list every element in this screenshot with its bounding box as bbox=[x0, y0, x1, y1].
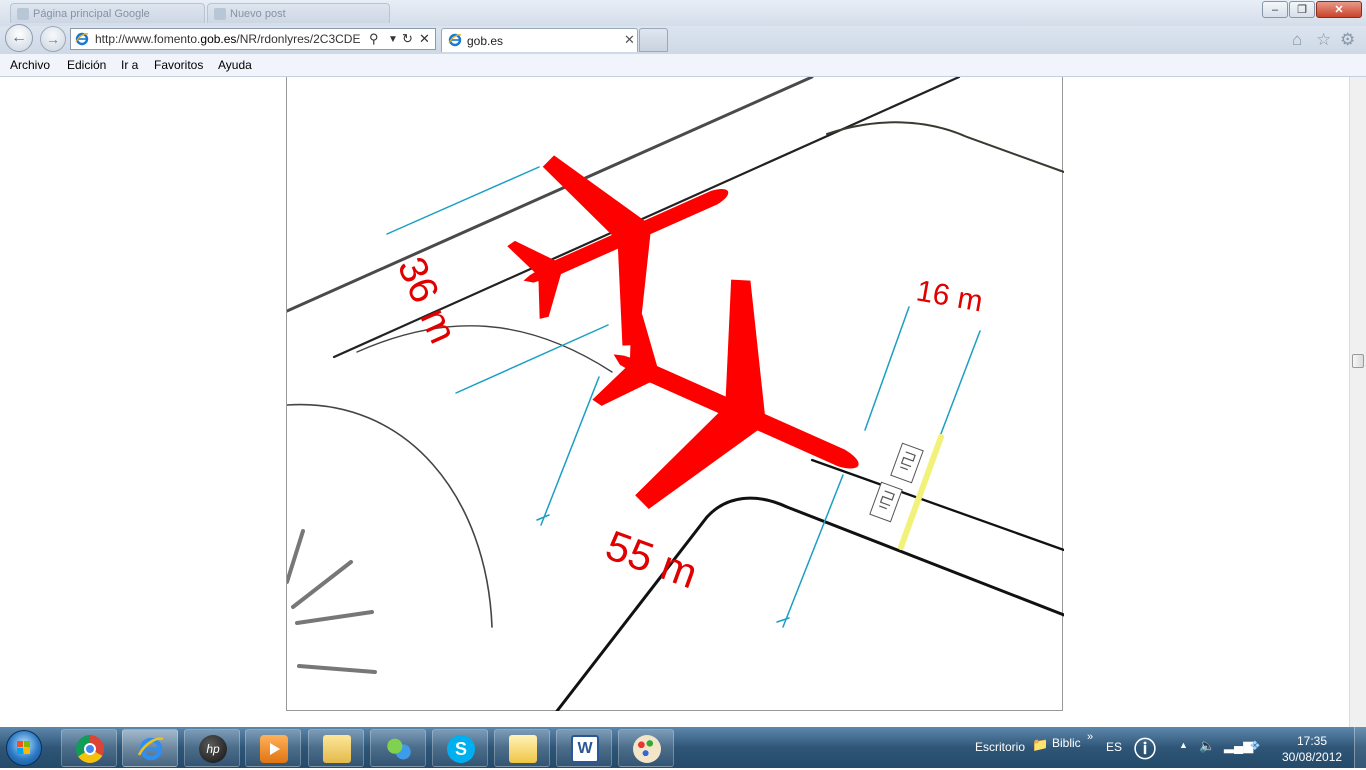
close-window-button[interactable]: ✕ bbox=[1316, 1, 1362, 18]
apron-circle-line bbox=[287, 403, 493, 628]
taskbar-media-player[interactable] bbox=[245, 729, 301, 767]
help-info-icon[interactable]: ⓘ bbox=[1134, 732, 1156, 764]
word-icon: W bbox=[571, 735, 599, 763]
address-bar[interactable]: http://www.fomento.gob.es/NR/rdonlyres/2… bbox=[70, 28, 436, 50]
stand-marking-line bbox=[287, 529, 305, 584]
taskbar-outlook[interactable] bbox=[494, 729, 550, 767]
aircraft-small-icon bbox=[507, 155, 729, 346]
back-button[interactable]: ← bbox=[5, 24, 33, 52]
chrome-icon bbox=[76, 735, 104, 763]
clock-date[interactable]: 30/08/2012 bbox=[1282, 750, 1342, 764]
dimension-line bbox=[776, 474, 844, 628]
home-icon[interactable]: ⌂ bbox=[1292, 30, 1302, 50]
refresh-icon[interactable]: ↻ bbox=[402, 31, 413, 47]
aircraft-separation-diagram: 36 m 55 m 16 m bbox=[286, 77, 1064, 711]
menu-bar: Archivo Edición Ir a Favoritos Ayuda bbox=[0, 54, 1366, 77]
stand-marking-line bbox=[291, 560, 353, 609]
menu-archivo[interactable]: Archivo bbox=[10, 58, 50, 72]
back-arrow-icon: ← bbox=[11, 29, 27, 46]
outlook-icon bbox=[509, 735, 537, 763]
clock-time[interactable]: 17:35 bbox=[1297, 734, 1327, 748]
toolbar-escritorio[interactable]: Escritorio bbox=[975, 740, 1025, 754]
volume-icon[interactable]: 🔈 bbox=[1199, 738, 1215, 754]
media-player-icon bbox=[260, 735, 288, 763]
paint-icon bbox=[633, 735, 661, 763]
scrollbar-thumb[interactable] bbox=[1352, 354, 1364, 368]
windows-logo-icon bbox=[17, 741, 30, 754]
taskbar-file-explorer[interactable] bbox=[308, 729, 364, 767]
page-content: 36 m 55 m 16 m bbox=[0, 77, 1349, 727]
taxiway-edge-line bbox=[810, 458, 1064, 552]
taskbar-chrome[interactable] bbox=[61, 729, 117, 767]
dimension-label-16m: 16 m bbox=[914, 274, 985, 318]
windows-taskbar: hp S W Escritorio 📁 Biblic » ES ⓘ ▲ 🔈 ▂▄… bbox=[0, 727, 1366, 768]
taskbar-word[interactable]: W bbox=[556, 729, 612, 767]
taxiway-curve-line bbox=[356, 325, 613, 373]
internet-explorer-icon bbox=[137, 737, 164, 761]
stop-icon[interactable]: ✕ bbox=[419, 31, 430, 47]
taskbar-internet-explorer[interactable] bbox=[122, 729, 178, 767]
menu-favoritos[interactable]: Favoritos bbox=[154, 58, 203, 72]
tab-gob-es[interactable]: gob.es ✕ bbox=[441, 28, 638, 52]
taskbar-messenger[interactable] bbox=[370, 729, 426, 767]
taskbar-hp[interactable]: hp bbox=[184, 729, 240, 767]
toolbar-overflow-chevron-icon[interactable]: » bbox=[1087, 731, 1093, 743]
url-text[interactable]: http://www.fomento.gob.es/NR/rdonlyres/2… bbox=[95, 32, 365, 46]
library-folder-icon: 📁 bbox=[1032, 737, 1049, 752]
windows-live-messenger-icon bbox=[385, 735, 413, 763]
tab-title: gob.es bbox=[467, 34, 504, 48]
show-hidden-icons-icon[interactable]: ▲ bbox=[1179, 740, 1188, 750]
taxiway-sign bbox=[869, 481, 903, 523]
diagram-canvas: 36 m 55 m 16 m bbox=[287, 77, 1064, 711]
menu-ir-a[interactable]: Ir a bbox=[121, 58, 138, 72]
background-tab[interactable]: Página principal Google bbox=[10, 3, 205, 23]
internet-explorer-favicon-icon bbox=[75, 32, 89, 46]
forward-button[interactable]: → bbox=[40, 26, 66, 52]
gear-icon[interactable]: ⚙ bbox=[1340, 30, 1355, 50]
favorites-star-icon[interactable]: ☆ bbox=[1316, 30, 1331, 50]
dimension-label-36m: 36 m bbox=[389, 251, 465, 350]
dimension-line bbox=[536, 376, 600, 526]
vertical-scrollbar[interactable] bbox=[1349, 77, 1366, 727]
internet-explorer-favicon-icon bbox=[448, 33, 462, 47]
minimize-button[interactable]: – bbox=[1262, 1, 1288, 18]
file-explorer-icon bbox=[323, 735, 351, 763]
language-indicator[interactable]: ES bbox=[1106, 740, 1122, 754]
browser-title-bar: Página principal Google Nuevo post – ❐ ✕ bbox=[0, 0, 1366, 26]
show-desktop-button[interactable] bbox=[1354, 727, 1366, 768]
close-tab-icon[interactable]: ✕ bbox=[624, 32, 635, 48]
stand-marking-line bbox=[297, 664, 377, 674]
restore-button[interactable]: ❐ bbox=[1289, 1, 1315, 18]
start-button[interactable] bbox=[6, 730, 42, 766]
dimension-line bbox=[386, 166, 540, 235]
dropbox-icon[interactable]: ❖ bbox=[1249, 738, 1261, 754]
stand-marking-line bbox=[295, 610, 374, 625]
forward-arrow-icon: → bbox=[46, 31, 60, 47]
chevron-down-icon[interactable]: ▼ bbox=[388, 34, 398, 45]
taxiway-sign bbox=[890, 442, 924, 484]
taskbar-paint[interactable] bbox=[618, 729, 674, 767]
search-icon[interactable]: ⚲ bbox=[369, 31, 379, 47]
new-tab-button[interactable] bbox=[639, 28, 668, 52]
hp-icon: hp bbox=[199, 735, 227, 763]
menu-ayuda[interactable]: Ayuda bbox=[218, 58, 252, 72]
menu-edicion[interactable]: Edición bbox=[67, 58, 106, 72]
taskbar-skype[interactable]: S bbox=[432, 729, 488, 767]
toolbar-biblio[interactable]: Biblic bbox=[1052, 736, 1081, 750]
dimension-line bbox=[864, 306, 910, 431]
taxiway-curve-line bbox=[826, 121, 1064, 173]
background-tab[interactable]: Nuevo post bbox=[207, 3, 390, 23]
skype-icon: S bbox=[447, 735, 475, 763]
